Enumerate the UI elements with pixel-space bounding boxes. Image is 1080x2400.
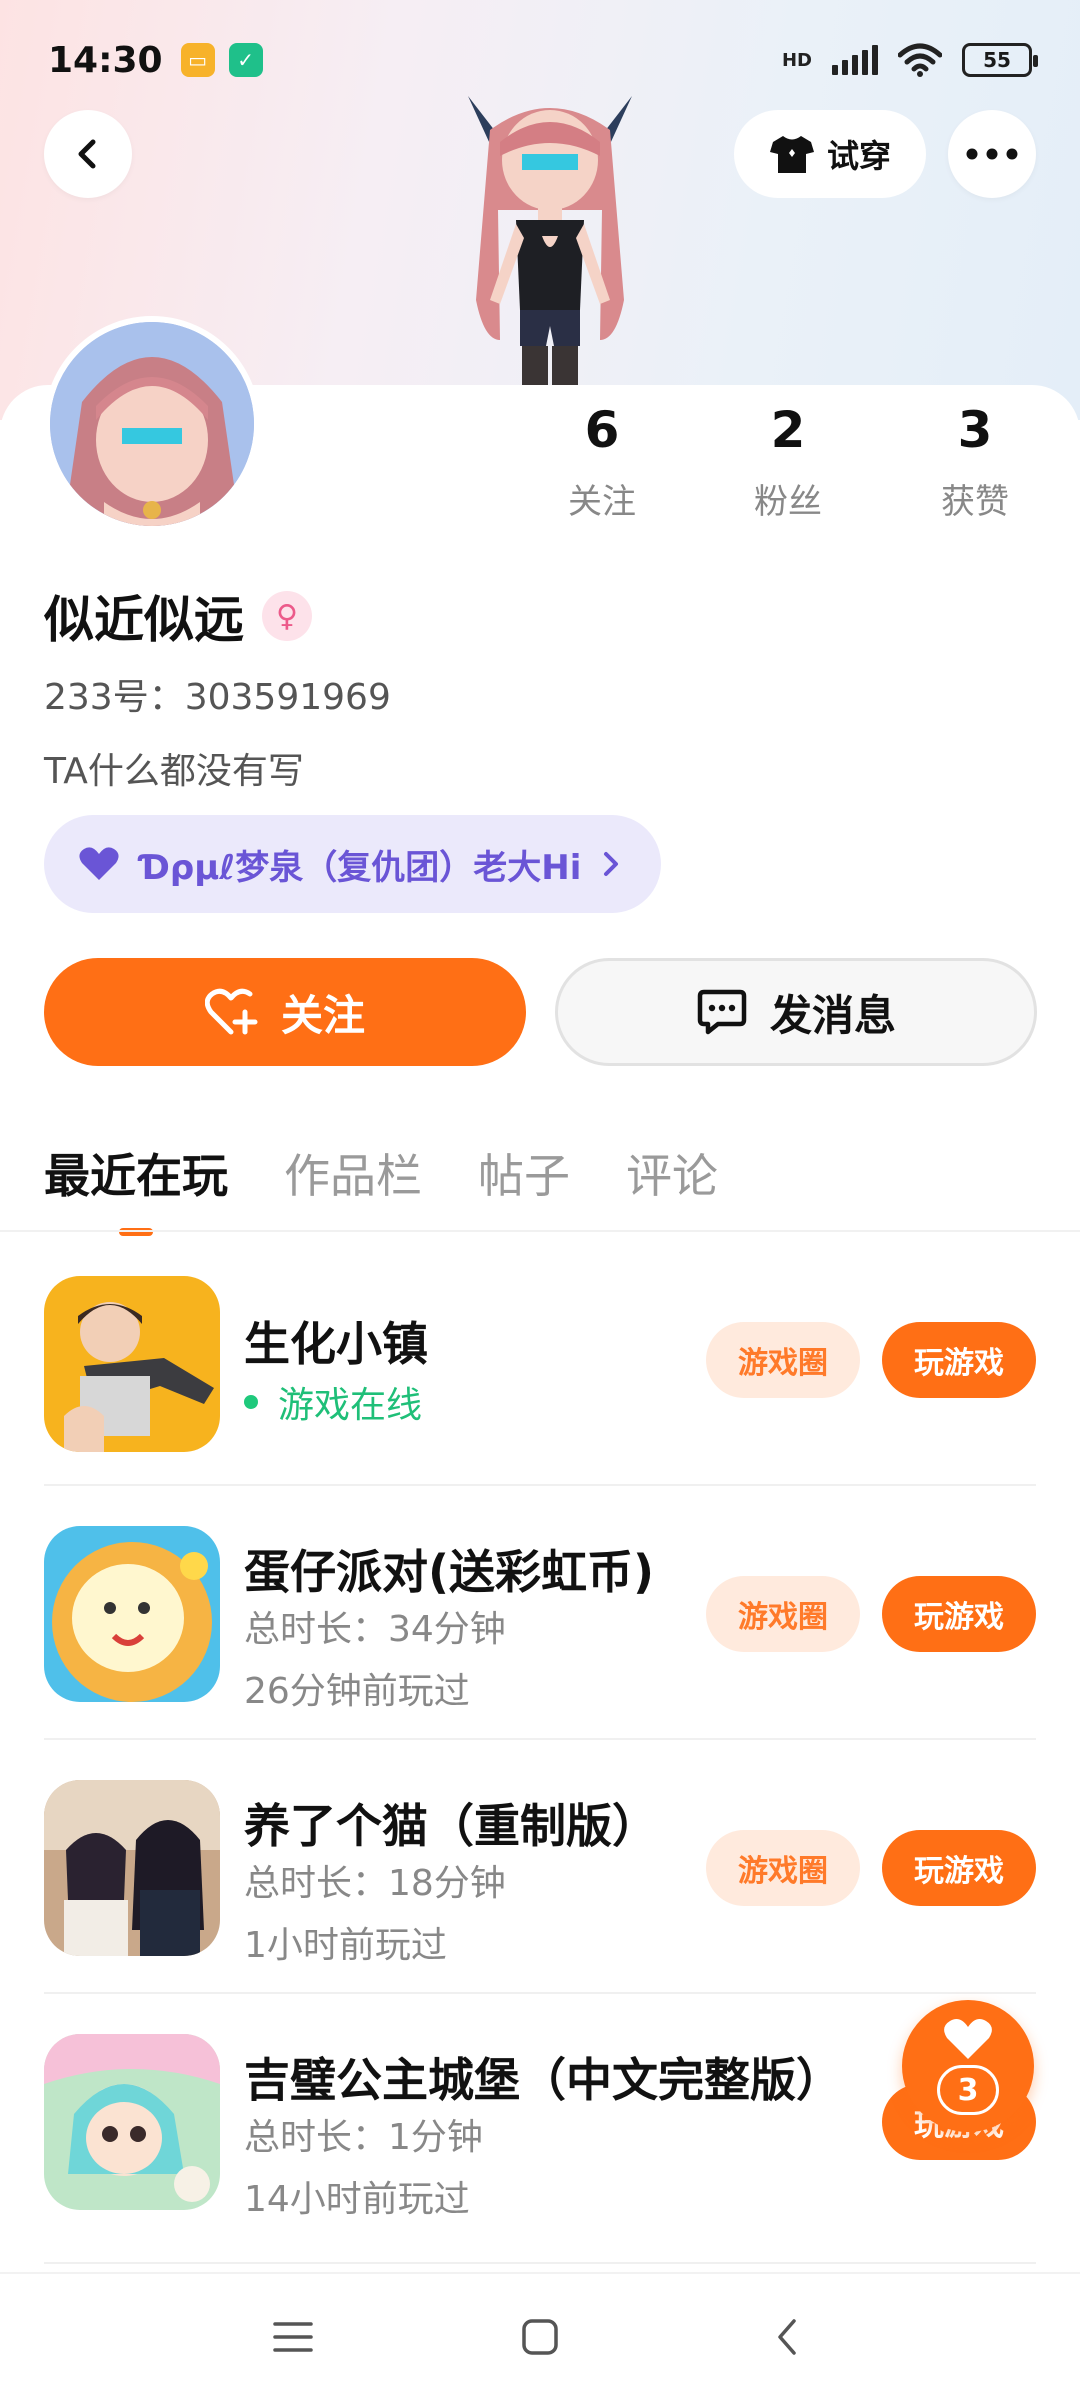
more-button[interactable] (948, 110, 1036, 198)
system-nav-bar (0, 2272, 1080, 2400)
follow-button[interactable]: 关注 (44, 958, 526, 1066)
game-duration: 总时长：34分钟 (244, 1609, 506, 1650)
likes-count: 3 (957, 401, 993, 459)
play-game-button[interactable]: 玩游戏 (882, 1322, 1036, 1398)
try-on-label: 试穿 (826, 137, 891, 175)
tab-works[interactable]: 作品栏 (284, 1140, 422, 1226)
online-status-label: 游戏在线 (278, 1385, 423, 1426)
guild-badge[interactable]: Ɗρμℓ梦泉（复仇团）老大Hi (44, 815, 662, 913)
message-button[interactable]: 发消息 (555, 958, 1037, 1066)
chevron-left-icon (78, 139, 96, 169)
game-icon (44, 1780, 220, 1956)
list-item[interactable]: 生化小镇 游戏在线 游戏圈 玩游戏 (0, 1232, 1080, 1486)
shield-app-icon: ✓ (228, 43, 263, 77)
notes-app-icon: ▭ (180, 43, 215, 77)
game-icon (44, 1526, 220, 1702)
followers-label: 粉丝 (754, 482, 822, 522)
game-icon (44, 1276, 220, 1452)
list-item[interactable]: 蛋仔派对(送彩虹币) 总时长：34分钟 26分钟前玩过 游戏圈 玩游戏 (0, 1486, 1080, 1740)
game-last-played: 26分钟前玩过 (244, 1671, 470, 1712)
chevron-left-icon (777, 2319, 796, 2355)
game-last-played: 1小时前玩过 (244, 1925, 447, 1966)
menu-button[interactable] (253, 2297, 333, 2377)
game-circle-button[interactable]: 游戏圈 (706, 1322, 860, 1398)
tab-recently-played[interactable]: 最近在玩 (44, 1140, 228, 1236)
user-id: 233号：303591969 (44, 677, 391, 718)
user-name: 似近似远 (44, 591, 244, 649)
chat-bubble-icon (697, 989, 747, 1035)
game-title: 吉璧公主城堡（中文完整版） (244, 2053, 842, 2107)
following-stat[interactable]: 6 关注 (542, 400, 662, 523)
divider (44, 2262, 1036, 2264)
game-icon (44, 2034, 220, 2210)
game-circle-button[interactable]: 游戏圈 (706, 1576, 860, 1652)
profile-tabs: 最近在玩 作品栏 帖子 评论 (44, 1140, 718, 1236)
avatar-character-image (468, 96, 632, 390)
game-title: 养了个猫（重制版） (244, 1799, 658, 1853)
wifi-icon (898, 43, 942, 77)
like-count: 3 (937, 2065, 999, 2115)
battery-icon: 55 (962, 43, 1038, 77)
avatar-image (50, 322, 254, 526)
tab-comments[interactable]: 评论 (626, 1140, 718, 1226)
game-duration: 总时长：1分钟 (244, 2117, 483, 2158)
menu-icon (273, 2322, 314, 2352)
status-time: 14:30 (48, 39, 163, 81)
back-button[interactable] (44, 110, 132, 198)
likes-stat[interactable]: 3 获赞 (915, 400, 1035, 523)
game-title: 蛋仔派对(送彩虹币) (244, 1545, 655, 1599)
game-title: 生化小镇 (244, 1317, 428, 1371)
following-count: 6 (584, 401, 620, 459)
game-last-played: 14小时前玩过 (244, 2179, 470, 2220)
online-dot-icon (244, 1395, 258, 1409)
try-on-button[interactable]: 试穿 (734, 110, 926, 198)
game-circle-button[interactable]: 游戏圈 (706, 1830, 860, 1906)
heart-plus-icon (204, 988, 258, 1035)
tshirt-icon (769, 136, 814, 173)
signal-icon (832, 45, 878, 75)
followers-count: 2 (770, 401, 806, 459)
follow-label: 关注 (280, 990, 365, 1040)
likes-label: 获赞 (941, 482, 1009, 522)
floating-like-button[interactable]: 3 (902, 2000, 1034, 2132)
chevron-right-icon (604, 852, 619, 876)
following-label: 关注 (568, 482, 636, 522)
message-label: 发消息 (769, 990, 896, 1040)
home-square-icon (522, 2319, 558, 2355)
followers-stat[interactable]: 2 粉丝 (728, 400, 848, 523)
guild-name: Ɗρμℓ梦泉（复仇团）老大Hi (140, 847, 582, 888)
list-item[interactable]: 养了个猫（重制版） 总时长：18分钟 1小时前玩过 游戏圈 玩游戏 (0, 1740, 1080, 1994)
user-avatar[interactable] (44, 316, 260, 532)
online-status: 游戏在线 (244, 1376, 422, 1428)
more-dots-icon (966, 148, 1018, 160)
play-game-button[interactable]: 玩游戏 (882, 1830, 1036, 1906)
heart-icon (79, 847, 119, 880)
home-button[interactable] (500, 2297, 580, 2377)
hd-label: HD (781, 49, 812, 71)
tab-posts[interactable]: 帖子 (478, 1140, 570, 1226)
female-icon: ♀ (262, 591, 312, 641)
user-bio: TA什么都没有写 (44, 751, 304, 792)
nav-back-button[interactable] (747, 2297, 827, 2377)
heart-icon (944, 2019, 992, 2059)
game-duration: 总时长：18分钟 (244, 1863, 506, 1904)
play-game-button[interactable]: 玩游戏 (882, 1576, 1036, 1652)
name-row: 似近似远 ♀ (44, 580, 312, 652)
